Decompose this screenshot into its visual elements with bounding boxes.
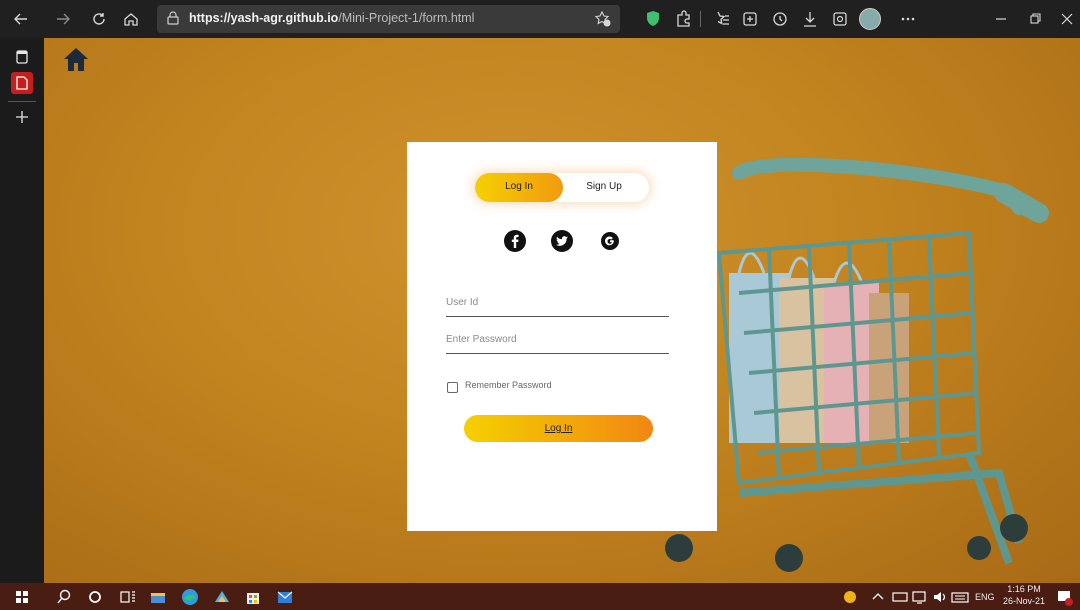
taskbar: ENG 1:16 PM 26-Nov-21 bbox=[0, 583, 1080, 610]
url-text[interactable]: https://yash-agr.github.io/Mini-Project-… bbox=[189, 11, 474, 25]
minimize-button[interactable] bbox=[988, 6, 1014, 32]
extensions-icon[interactable] bbox=[670, 6, 696, 32]
mail-icon[interactable] bbox=[275, 587, 295, 607]
task-view-icon[interactable] bbox=[118, 587, 138, 607]
browser-toolbar: https://yash-agr.github.io/Mini-Project-… bbox=[0, 0, 1080, 38]
remember-checkbox[interactable] bbox=[447, 382, 458, 393]
url-path: /Mini-Project-1/form.html bbox=[338, 11, 475, 25]
history-icon[interactable] bbox=[767, 6, 793, 32]
home-button[interactable] bbox=[118, 6, 144, 32]
edge-icon[interactable] bbox=[180, 587, 200, 607]
page-viewport: Log In Sign Up User Id Enter Password Re… bbox=[44, 38, 1080, 583]
more-icon[interactable] bbox=[895, 6, 921, 32]
app-icon[interactable] bbox=[212, 587, 232, 607]
screenshot-icon[interactable] bbox=[827, 6, 853, 32]
favorites-add-icon[interactable] bbox=[594, 10, 612, 28]
store-icon[interactable] bbox=[243, 587, 263, 607]
search-icon[interactable] bbox=[54, 587, 74, 607]
password-field[interactable]: Enter Password bbox=[446, 334, 517, 345]
google-icon[interactable] bbox=[598, 229, 622, 253]
action-center-icon[interactable] bbox=[1054, 587, 1074, 607]
home-icon[interactable] bbox=[62, 46, 90, 74]
favorites-icon[interactable] bbox=[708, 6, 734, 32]
volume-icon[interactable] bbox=[930, 587, 950, 607]
url-domain: https://yash-agr.github.io bbox=[189, 11, 339, 25]
sidebar-divider bbox=[8, 101, 36, 102]
cortana-icon[interactable] bbox=[85, 587, 105, 607]
tab-actions-icon bbox=[16, 50, 28, 64]
password-underline bbox=[446, 353, 669, 354]
file-explorer-icon[interactable] bbox=[148, 587, 168, 607]
close-button[interactable] bbox=[1054, 6, 1080, 32]
facebook-icon[interactable] bbox=[503, 229, 527, 253]
restore-button[interactable] bbox=[1022, 6, 1048, 32]
show-hidden-icons-icon[interactable] bbox=[868, 587, 888, 607]
auth-toggle: Log In Sign Up bbox=[475, 173, 649, 202]
page-icon bbox=[16, 76, 28, 90]
display-icon[interactable] bbox=[910, 587, 930, 607]
twitter-icon[interactable] bbox=[550, 229, 574, 253]
notification-dot-icon[interactable] bbox=[840, 587, 860, 607]
tab-actions-button[interactable] bbox=[11, 46, 33, 68]
user-id-field[interactable]: User Id bbox=[446, 297, 478, 308]
login-submit-button[interactable]: Log In bbox=[464, 415, 653, 442]
clock-time[interactable]: 1:16 PM bbox=[1004, 584, 1044, 594]
toolbar-divider bbox=[700, 11, 701, 27]
screen: https://yash-agr.github.io/Mini-Project-… bbox=[0, 0, 1080, 610]
login-card: Log In Sign Up User Id Enter Password Re… bbox=[407, 142, 717, 531]
vertical-tabs-sidebar bbox=[0, 38, 44, 583]
address-bar[interactable]: https://yash-agr.github.io/Mini-Project-… bbox=[157, 5, 620, 33]
shield-extension-icon[interactable] bbox=[640, 6, 666, 32]
remember-label[interactable]: Remember Password bbox=[465, 380, 552, 390]
clock-date[interactable]: 26-Nov-21 bbox=[1000, 596, 1048, 606]
active-tab[interactable] bbox=[11, 72, 33, 94]
new-tab-button[interactable] bbox=[11, 106, 33, 128]
profile-avatar[interactable] bbox=[857, 6, 883, 32]
forward-button[interactable] bbox=[50, 6, 76, 32]
avatar-image bbox=[859, 8, 881, 30]
language-indicator[interactable]: ENG bbox=[975, 592, 995, 602]
tab-signup[interactable]: Sign Up bbox=[561, 181, 647, 192]
login-submit-label: Log In bbox=[544, 423, 573, 434]
network-icon[interactable] bbox=[890, 587, 910, 607]
collections-icon[interactable] bbox=[737, 6, 763, 32]
keyboard-icon[interactable] bbox=[950, 587, 970, 607]
downloads-icon[interactable] bbox=[797, 6, 823, 32]
tab-login[interactable]: Log In bbox=[476, 181, 562, 192]
lock-icon[interactable] bbox=[165, 10, 181, 26]
back-button[interactable] bbox=[8, 6, 34, 32]
plus-icon bbox=[16, 111, 28, 123]
windows-start-icon[interactable] bbox=[12, 587, 32, 607]
user-id-underline bbox=[446, 316, 669, 317]
refresh-button[interactable] bbox=[86, 6, 112, 32]
